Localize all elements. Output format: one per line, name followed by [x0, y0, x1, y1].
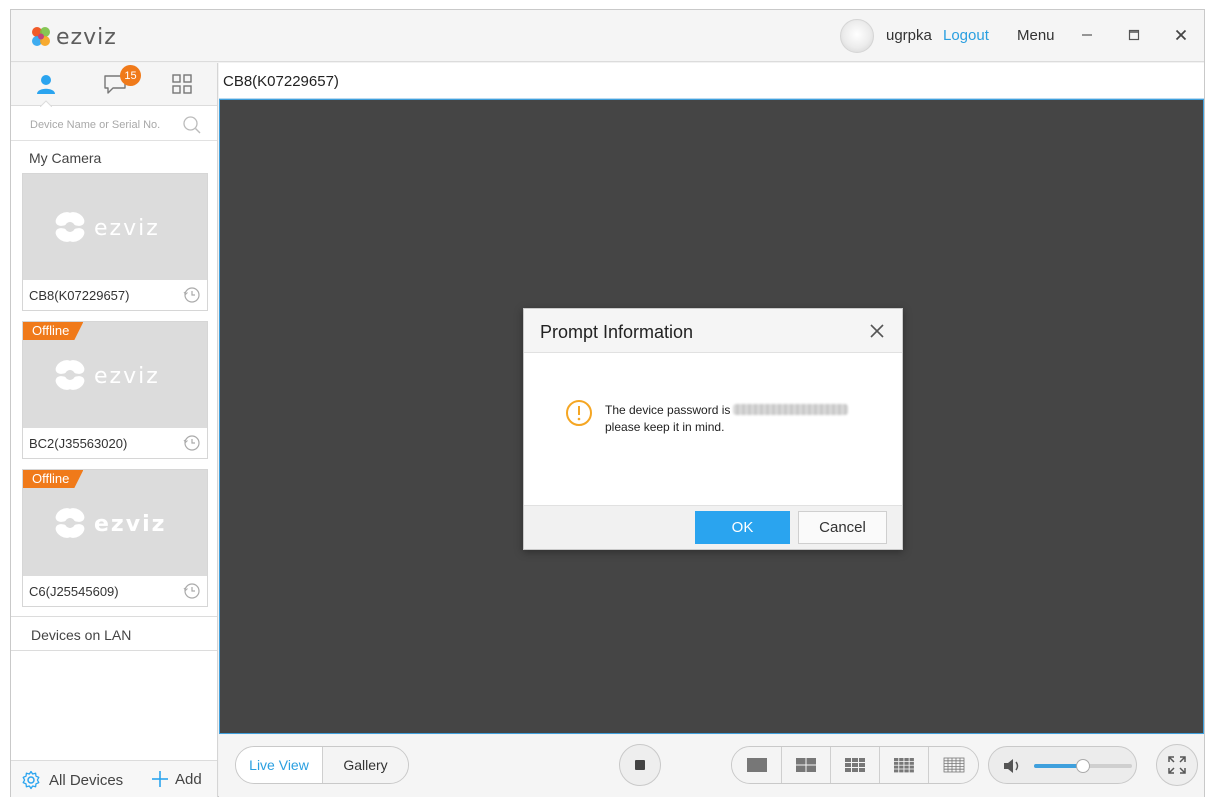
volume-control: [988, 746, 1137, 784]
title-bar: ezviz ugrpka Logout Menu: [11, 10, 1204, 62]
camera-card[interactable]: ezviz CB8(K07229657): [22, 173, 208, 311]
offline-badge: Offline: [23, 322, 83, 340]
close-window-button[interactable]: [1169, 23, 1193, 47]
camera-thumbnail: ezviz: [23, 174, 207, 280]
bottom-toolbar: Live View Gallery: [219, 735, 1204, 797]
camera-name: C6(J25545609): [29, 584, 119, 599]
grid-icon: [172, 74, 192, 94]
gear-icon: [22, 770, 40, 790]
user-icon: [37, 75, 55, 94]
active-tab-pointer: [40, 100, 52, 107]
camera-card[interactable]: ezviz Offline C6(J25545609): [22, 469, 208, 607]
tab-grid[interactable]: [164, 69, 200, 99]
group-devices-on-lan[interactable]: Devices on LAN: [11, 624, 217, 646]
layout-single-icon: [746, 758, 767, 772]
divider: [11, 616, 217, 617]
svg-text:ezviz: ezviz: [94, 512, 166, 537]
prompt-dialog: Prompt Information The device password i…: [523, 308, 903, 550]
ezviz-logo-icon: [32, 27, 50, 46]
layout-25-button[interactable]: [929, 747, 978, 783]
active-view-title[interactable]: CB8(K07229657): [223, 73, 339, 90]
ezviz-watermark: ezviz: [55, 508, 166, 538]
stop-icon: [635, 760, 645, 770]
layout-switch: [731, 746, 979, 784]
menu-button[interactable]: Menu: [1017, 27, 1055, 44]
sidebar-tabs: 15: [11, 63, 217, 107]
camera-name: CB8(K07229657): [29, 288, 130, 303]
message-count-badge: 15: [120, 65, 141, 86]
svg-text:ezviz: ezviz: [94, 216, 160, 241]
all-devices-label: All Devices: [49, 771, 124, 789]
ok-button[interactable]: OK: [695, 511, 790, 544]
minimize-button[interactable]: [1075, 23, 1099, 47]
redacted-password: [733, 404, 849, 415]
camera-card[interactable]: ezviz Offline BC2(J35563020): [22, 321, 208, 459]
layout-16-button[interactable]: [880, 747, 929, 783]
view-tab-bar: CB8(K07229657): [219, 63, 1204, 99]
layout-4-button[interactable]: [782, 747, 831, 783]
maximize-icon: [1128, 29, 1140, 41]
layout-nine-icon: [845, 758, 865, 772]
playback-history-icon[interactable]: [183, 286, 201, 304]
dialog-message-line2: please keep it in mind.: [605, 420, 725, 434]
ezviz-watermark: ezviz: [55, 212, 160, 242]
layout-twentyfive-icon: [943, 757, 964, 773]
avatar[interactable]: [840, 19, 874, 53]
dialog-message-line1: The device password is: [605, 403, 731, 417]
layout-sixteen-icon: [894, 758, 914, 773]
camera-name: BC2(J35563020): [29, 436, 128, 451]
maximize-button[interactable]: [1122, 23, 1146, 47]
layout-quad-icon: [796, 758, 816, 772]
warning-icon: [566, 400, 592, 426]
minimize-icon: [1082, 34, 1092, 36]
username: ugrpka: [886, 27, 932, 44]
dialog-title: Prompt Information: [540, 322, 694, 342]
sidebar-footer: All Devices Add: [11, 760, 217, 797]
fullscreen-button[interactable]: [1156, 744, 1198, 786]
add-label: Add: [175, 770, 202, 788]
logout-link[interactable]: Logout: [943, 27, 989, 44]
search-input[interactable]: [30, 116, 180, 134]
add-device-button[interactable]: Add: [151, 770, 202, 788]
offline-badge: Offline: [23, 470, 83, 488]
fullscreen-icon: [1168, 756, 1186, 774]
dialog-footer: OK Cancel: [524, 505, 902, 549]
dialog-message: The device password is please keep it in…: [605, 402, 875, 436]
search-icon[interactable]: [182, 115, 202, 135]
playback-history-icon[interactable]: [183, 434, 201, 452]
volume-slider[interactable]: [1034, 759, 1132, 773]
view-mode-switch: Live View Gallery: [235, 746, 409, 784]
live-view-area[interactable]: Prompt Information The device password i…: [219, 99, 1204, 734]
speaker-icon[interactable]: [1002, 756, 1024, 776]
tab-devices[interactable]: [28, 69, 64, 99]
close-icon: [1175, 29, 1187, 41]
volume-thumb[interactable]: [1076, 759, 1090, 773]
ezviz-watermark: ezviz: [55, 360, 160, 390]
app-window: ezviz ugrpka Logout Menu 15 Device Name …: [10, 9, 1205, 797]
stop-all-button[interactable]: [619, 744, 661, 786]
sidebar: 15 My Camera: [11, 63, 218, 797]
dialog-header: Prompt Information: [524, 309, 902, 353]
ezviz-logo: ezviz: [29, 24, 117, 50]
close-icon[interactable]: [866, 320, 888, 342]
playback-history-icon[interactable]: [183, 582, 201, 600]
cancel-button[interactable]: Cancel: [798, 511, 887, 544]
gallery-button[interactable]: Gallery: [323, 747, 408, 783]
group-my-camera[interactable]: My Camera: [11, 147, 217, 169]
layout-1-button[interactable]: [732, 747, 782, 783]
svg-text:ezviz: ezviz: [94, 364, 160, 389]
divider: [11, 650, 217, 651]
logo-text: ezviz: [56, 24, 117, 50]
all-devices-button[interactable]: All Devices: [21, 770, 123, 790]
layout-9-button[interactable]: [831, 747, 880, 783]
device-search: [11, 107, 217, 141]
live-view-button[interactable]: Live View: [236, 747, 323, 783]
group-label: Devices on LAN: [31, 627, 132, 643]
plus-icon: [152, 771, 168, 787]
group-label: My Camera: [29, 150, 102, 166]
